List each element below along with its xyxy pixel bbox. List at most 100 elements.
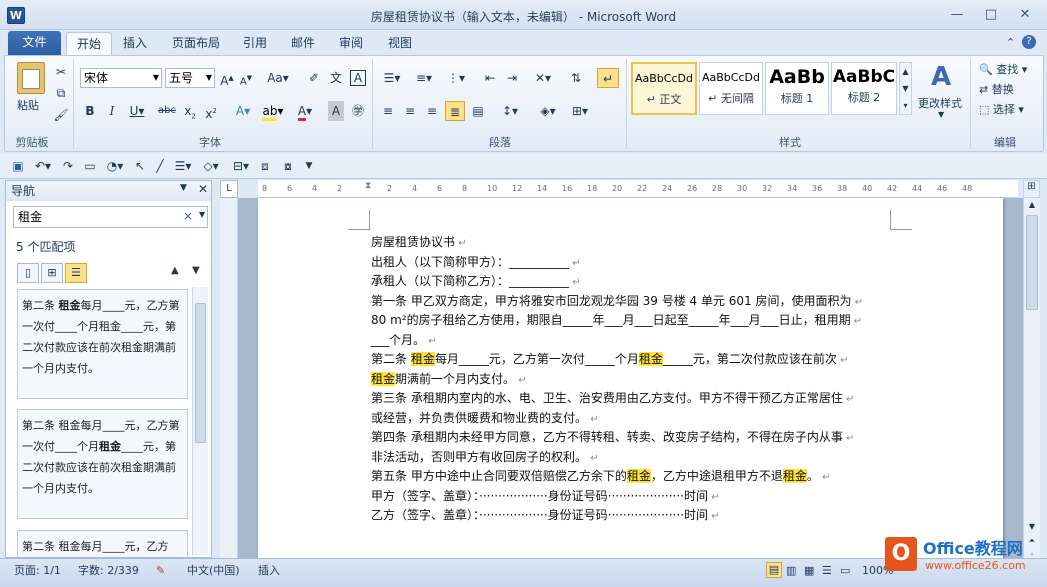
outline-view-icon[interactable]: ☰	[822, 562, 832, 580]
maximize-button[interactable]: □	[978, 6, 1004, 24]
format-painter-icon[interactable]: 🖌	[52, 105, 70, 125]
justify-icon[interactable]: ≣	[445, 101, 465, 121]
clear-search-icon[interactable]: ×	[183, 209, 193, 223]
find-button[interactable]: 🔍 查找 ▾	[979, 60, 1027, 80]
styles-gallery-scroll[interactable]: ▲ ▼ ▾	[899, 62, 912, 115]
grow-font-icon[interactable]: A▲	[219, 68, 235, 88]
style-normal[interactable]: AaBbCcDd ↵ 正文	[631, 62, 697, 115]
tab-page-layout[interactable]: 页面布局	[166, 32, 226, 56]
nav-close-icon[interactable]: ✕	[198, 182, 208, 196]
customize-toolbar-icon[interactable]: ▼	[303, 156, 315, 176]
tab-home[interactable]: 开始	[66, 32, 112, 56]
align-objects-icon[interactable]: ⊟▾	[230, 156, 252, 176]
status-word-count[interactable]: 字数: 2/339	[78, 562, 139, 580]
shrink-font-icon[interactable]: A▼	[238, 68, 254, 88]
help-icon[interactable]: ?	[1022, 35, 1036, 49]
tab-file[interactable]: 文件	[8, 31, 61, 55]
shading-icon[interactable]: ◈▾	[535, 101, 561, 121]
bold-icon[interactable]: B	[82, 101, 98, 121]
shapes-icon[interactable]: ◔▾	[104, 156, 126, 176]
minimize-button[interactable]: —	[944, 6, 970, 24]
increase-indent-icon[interactable]: ⇥	[503, 68, 521, 88]
change-styles-dropdown-icon[interactable]: ▼	[938, 110, 944, 119]
nav-search-input[interactable]: 租金	[13, 206, 208, 228]
proofing-icon[interactable]: ✎	[156, 562, 165, 580]
strikethrough-icon[interactable]: abc	[157, 101, 177, 121]
style-no-spacing[interactable]: AaBbCcDd ↵ 无间隔	[699, 62, 763, 115]
underline-icon[interactable]: U▾	[126, 101, 148, 121]
tab-view[interactable]: 视图	[382, 32, 418, 56]
draft-view-icon[interactable]: ▭	[840, 562, 850, 580]
distribute-icon[interactable]: ⧇	[280, 156, 296, 176]
picture-icon[interactable]: ▭	[82, 156, 98, 176]
redo-icon[interactable]: ↷	[60, 156, 76, 176]
enclose-characters-icon[interactable]: ㊫	[350, 101, 366, 121]
tab-selector-icon[interactable]: L	[220, 180, 238, 198]
browse-results-tab[interactable]: ☰	[65, 263, 87, 283]
replace-button[interactable]: ⇄ 替换	[979, 80, 1014, 100]
browse-pages-tab[interactable]: ⊞	[41, 263, 63, 283]
tab-review[interactable]: 审阅	[333, 32, 369, 56]
select-button[interactable]: ⬚ 选择 ▾	[979, 100, 1024, 120]
borders-icon[interactable]: ⊞▾	[567, 101, 593, 121]
previous-result-icon[interactable]: ▲	[171, 265, 179, 276]
status-insert-mode[interactable]: 插入	[258, 562, 280, 580]
paste-button[interactable]: 粘贴	[17, 97, 39, 113]
phonetic-guide-icon[interactable]: 文	[328, 68, 344, 88]
line-spacing-icon[interactable]: ↕▾	[497, 101, 523, 121]
font-name-combo[interactable]: 宋体 ▼	[80, 68, 162, 88]
align-right-icon[interactable]: ≡	[423, 101, 441, 121]
change-styles-icon[interactable]: A	[926, 62, 956, 92]
font-color-icon[interactable]: A▾	[294, 101, 316, 121]
numbering-icon[interactable]: ≡▾	[411, 68, 437, 88]
distributed-icon[interactable]: ▤	[469, 101, 487, 121]
save-icon[interactable]: ▣	[10, 156, 26, 176]
tab-mailings[interactable]: 邮件	[285, 32, 321, 56]
change-case-icon[interactable]: Aa▾	[266, 68, 290, 88]
copy-icon[interactable]: ⧉	[52, 83, 70, 103]
nav-scrollbar[interactable]	[192, 287, 208, 555]
line-style-icon[interactable]: ☰▾	[172, 156, 194, 176]
paste-icon[interactable]	[17, 62, 45, 94]
cut-icon[interactable]: ✂	[52, 62, 70, 82]
tab-insert[interactable]: 插入	[117, 32, 153, 56]
vertical-scrollbar[interactable]: ▲ ▼⏶◦⏷	[1023, 198, 1040, 573]
search-result-item[interactable]: 第二条 租金每月____元，乙方	[17, 530, 188, 557]
decrease-indent-icon[interactable]: ⇤	[481, 68, 499, 88]
nav-options-icon[interactable]: ▼	[180, 183, 187, 193]
view-ruler-icon[interactable]: ⊞	[1023, 180, 1040, 198]
font-size-combo[interactable]: 五号 ▼	[165, 68, 215, 88]
status-language[interactable]: 中文(中国)	[187, 562, 240, 580]
print-layout-view-icon[interactable]: ▤	[766, 562, 782, 578]
superscript-icon[interactable]: x2	[203, 101, 219, 121]
multilevel-list-icon[interactable]: ⋮▾	[443, 68, 469, 88]
close-button[interactable]: ✕	[1012, 6, 1038, 24]
text-effects-icon[interactable]: A▾	[232, 101, 254, 121]
character-shading-icon[interactable]: A	[328, 101, 344, 121]
sort-icon[interactable]: ⇅	[567, 68, 585, 88]
style-heading-2[interactable]: AaBbC 标题 2	[831, 62, 897, 115]
clear-formatting-icon[interactable]: ✐	[306, 68, 322, 88]
subscript-icon[interactable]: x2	[182, 101, 198, 121]
align-center-icon[interactable]: ≡	[401, 101, 419, 121]
full-screen-view-icon[interactable]: ▥	[786, 562, 796, 580]
status-page[interactable]: 页面: 1/1	[14, 562, 61, 580]
align-left-icon[interactable]: ≡	[379, 101, 397, 121]
select-object-icon[interactable]: ↖	[132, 156, 148, 176]
fill-icon[interactable]: ◇▾	[200, 156, 222, 176]
next-result-icon[interactable]: ▼	[192, 265, 200, 276]
change-styles-button[interactable]: 更改样式	[918, 95, 962, 111]
web-layout-view-icon[interactable]: ▦	[804, 562, 814, 580]
italic-icon[interactable]: I	[104, 101, 120, 121]
bullets-icon[interactable]: ☰▾	[379, 68, 405, 88]
character-border-icon[interactable]: A	[350, 70, 366, 86]
browse-headings-tab[interactable]: ▯	[17, 263, 39, 283]
show-marks-icon[interactable]: ↵	[597, 68, 619, 88]
style-heading-1[interactable]: AaBb 标题 1	[765, 62, 829, 115]
highlight-icon[interactable]: ab▾	[261, 101, 285, 121]
group-objects-icon[interactable]: ⧈	[257, 156, 273, 176]
search-options-icon[interactable]: ▼	[199, 210, 205, 219]
minimize-ribbon-icon[interactable]: ⌃	[1006, 36, 1015, 49]
chinese-layout-icon[interactable]: ✕▾	[530, 68, 556, 88]
indent-marker-icon[interactable]: ⧗	[365, 181, 375, 197]
